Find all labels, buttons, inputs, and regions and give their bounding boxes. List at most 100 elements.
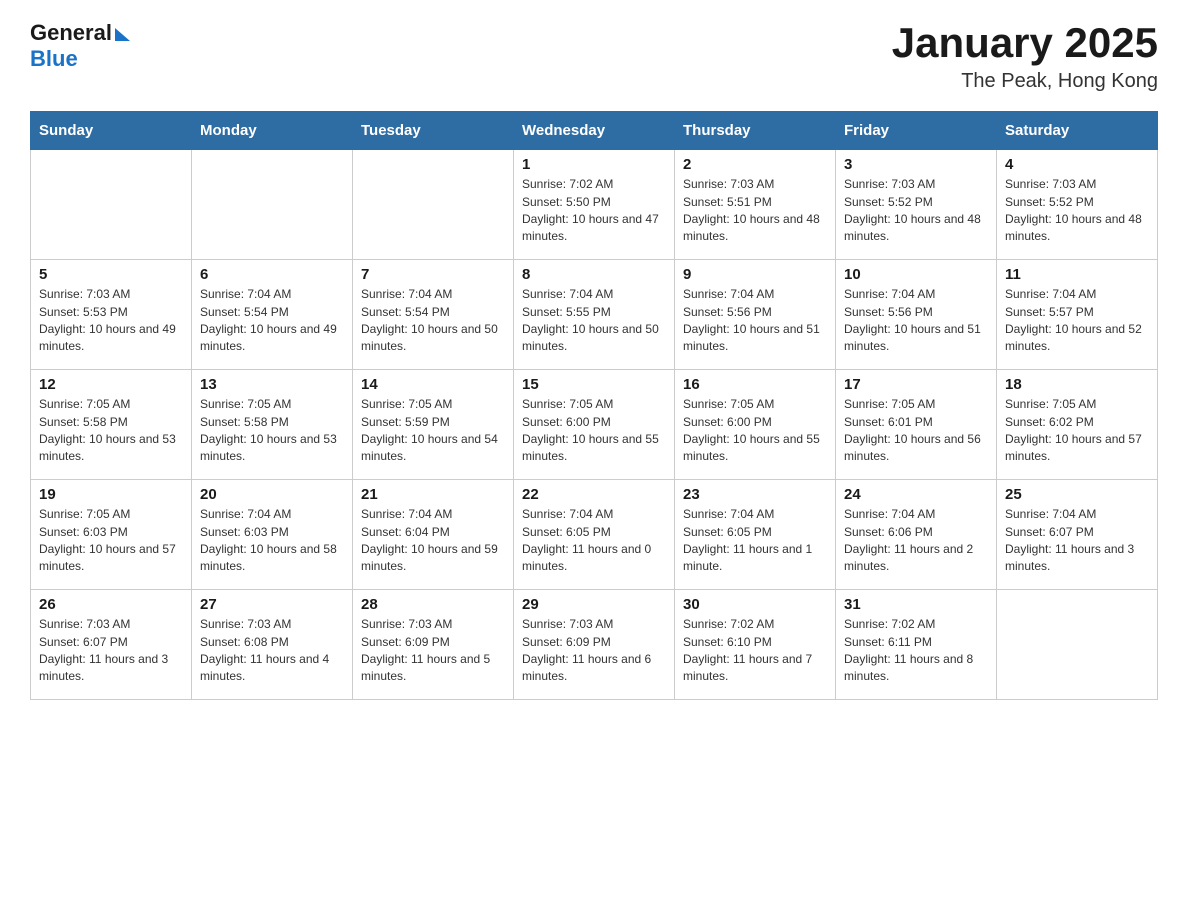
day-info: Sunrise: 7:04 AM Sunset: 6:03 PM Dayligh… <box>200 506 344 576</box>
page-header: General Blue January 2025 The Peak, Hong… <box>30 20 1158 93</box>
calendar-cell: 29 Sunrise: 7:03 AM Sunset: 6:09 PM Dayli… <box>514 590 675 700</box>
day-number: 27 <box>200 596 344 613</box>
day-info: Sunrise: 7:02 AM Sunset: 5:50 PM Dayligh… <box>522 176 666 246</box>
calendar-cell <box>31 150 192 260</box>
calendar-cell: 24Sunrise: 7:04 AM Sunset: 6:06 PM Dayli… <box>836 480 997 590</box>
day-number: 25 <box>1005 486 1149 503</box>
day-number: 11 <box>1005 266 1149 283</box>
day-info: Sunrise: 7:04 AM Sunset: 5:54 PM Dayligh… <box>361 286 505 356</box>
calendar-cell: 22Sunrise: 7:04 AM Sunset: 6:05 PM Dayli… <box>514 480 675 590</box>
calendar-cell <box>192 150 353 260</box>
calendar-cell: 20 Sunrise: 7:04 AM Sunset: 6:03 PM Dayli… <box>192 480 353 590</box>
day-info: Sunrise: 7:05 AM Sunset: 5:59 PM Dayligh… <box>361 396 505 466</box>
day-info: Sunrise: 7:04 AM Sunset: 6:07 PM Dayligh… <box>1005 506 1149 576</box>
day-info: Sunrise: 7:03 AM Sunset: 5:52 PM Dayligh… <box>1005 176 1149 246</box>
day-info: Sunrise: 7:03 AM Sunset: 6:08 PM Dayligh… <box>200 616 344 686</box>
day-info: Sunrise: 7:03 AM Sunset: 5:53 PM Dayligh… <box>39 286 183 356</box>
day-info: Sunrise: 7:04 AM Sunset: 5:56 PM Dayligh… <box>844 286 988 356</box>
calendar-cell: 8 Sunrise: 7:04 AM Sunset: 5:55 PM Daylig… <box>514 260 675 370</box>
calendar-cell: 6 Sunrise: 7:04 AM Sunset: 5:54 PM Daylig… <box>192 260 353 370</box>
calendar-cell: 21 Sunrise: 7:04 AM Sunset: 6:04 PM Dayli… <box>353 480 514 590</box>
day-info: Sunrise: 7:04 AM Sunset: 6:05 PM Dayligh… <box>683 506 827 576</box>
day-info: Sunrise: 7:03 AM Sunset: 5:52 PM Dayligh… <box>844 176 988 246</box>
day-number: 13 <box>200 376 344 393</box>
day-number: 31 <box>844 596 988 613</box>
day-info: Sunrise: 7:03 AM Sunset: 6:07 PM Dayligh… <box>39 616 183 686</box>
calendar-week-4: 19Sunrise: 7:05 AM Sunset: 6:03 PM Dayli… <box>31 480 1158 590</box>
day-info: Sunrise: 7:05 AM Sunset: 5:58 PM Dayligh… <box>39 396 183 466</box>
logo: General Blue <box>30 20 130 72</box>
day-info: Sunrise: 7:04 AM Sunset: 5:54 PM Dayligh… <box>200 286 344 356</box>
day-info: Sunrise: 7:03 AM Sunset: 6:09 PM Dayligh… <box>522 616 666 686</box>
day-number: 3 <box>844 156 988 173</box>
calendar-cell: 30 Sunrise: 7:02 AM Sunset: 6:10 PM Dayli… <box>675 590 836 700</box>
day-number: 1 <box>522 156 666 173</box>
day-info: Sunrise: 7:05 AM Sunset: 5:58 PM Dayligh… <box>200 396 344 466</box>
calendar-cell: 1 Sunrise: 7:02 AM Sunset: 5:50 PM Daylig… <box>514 150 675 260</box>
logo-arrow-icon <box>115 28 130 41</box>
calendar-cell: 28 Sunrise: 7:03 AM Sunset: 6:09 PM Dayli… <box>353 590 514 700</box>
calendar-cell: 25 Sunrise: 7:04 AM Sunset: 6:07 PM Dayli… <box>997 480 1158 590</box>
day-number: 29 <box>522 596 666 613</box>
calendar-week-2: 5 Sunrise: 7:03 AM Sunset: 5:53 PM Daylig… <box>31 260 1158 370</box>
header-monday: Monday <box>192 112 353 150</box>
day-info: Sunrise: 7:05 AM Sunset: 6:01 PM Dayligh… <box>844 396 988 466</box>
calendar-week-5: 26 Sunrise: 7:03 AM Sunset: 6:07 PM Dayli… <box>31 590 1158 700</box>
title-area: January 2025 The Peak, Hong Kong <box>892 20 1158 93</box>
day-info: Sunrise: 7:04 AM Sunset: 6:05 PM Dayligh… <box>522 506 666 576</box>
calendar-cell: 27 Sunrise: 7:03 AM Sunset: 6:08 PM Dayli… <box>192 590 353 700</box>
day-number: 4 <box>1005 156 1149 173</box>
calendar-cell: 10Sunrise: 7:04 AM Sunset: 5:56 PM Dayli… <box>836 260 997 370</box>
day-number: 15 <box>522 376 666 393</box>
day-number: 8 <box>522 266 666 283</box>
calendar-cell: 23 Sunrise: 7:04 AM Sunset: 6:05 PM Dayli… <box>675 480 836 590</box>
calendar-table: SundayMondayTuesdayWednesdayThursdayFrid… <box>30 111 1158 700</box>
calendar-cell: 16Sunrise: 7:05 AM Sunset: 6:00 PM Dayli… <box>675 370 836 480</box>
day-number: 28 <box>361 596 505 613</box>
day-number: 12 <box>39 376 183 393</box>
day-number: 7 <box>361 266 505 283</box>
day-info: Sunrise: 7:05 AM Sunset: 6:02 PM Dayligh… <box>1005 396 1149 466</box>
logo-general-text: General <box>30 20 112 46</box>
day-info: Sunrise: 7:03 AM Sunset: 6:09 PM Dayligh… <box>361 616 505 686</box>
calendar-cell: 17Sunrise: 7:05 AM Sunset: 6:01 PM Dayli… <box>836 370 997 480</box>
day-number: 14 <box>361 376 505 393</box>
calendar-cell: 12 Sunrise: 7:05 AM Sunset: 5:58 PM Dayli… <box>31 370 192 480</box>
calendar-week-3: 12 Sunrise: 7:05 AM Sunset: 5:58 PM Dayli… <box>31 370 1158 480</box>
day-info: Sunrise: 7:05 AM Sunset: 6:00 PM Dayligh… <box>683 396 827 466</box>
calendar-cell: 9Sunrise: 7:04 AM Sunset: 5:56 PM Daylig… <box>675 260 836 370</box>
calendar-cell: 2Sunrise: 7:03 AM Sunset: 5:51 PM Daylig… <box>675 150 836 260</box>
day-number: 21 <box>361 486 505 503</box>
day-info: Sunrise: 7:05 AM Sunset: 6:00 PM Dayligh… <box>522 396 666 466</box>
day-info: Sunrise: 7:04 AM Sunset: 6:06 PM Dayligh… <box>844 506 988 576</box>
day-number: 6 <box>200 266 344 283</box>
calendar-cell: 31 Sunrise: 7:02 AM Sunset: 6:11 PM Dayli… <box>836 590 997 700</box>
calendar-cell: 7 Sunrise: 7:04 AM Sunset: 5:54 PM Daylig… <box>353 260 514 370</box>
day-info: Sunrise: 7:04 AM Sunset: 5:55 PM Dayligh… <box>522 286 666 356</box>
header-tuesday: Tuesday <box>353 112 514 150</box>
calendar-cell: 14 Sunrise: 7:05 AM Sunset: 5:59 PM Dayli… <box>353 370 514 480</box>
day-number: 2 <box>683 156 827 173</box>
calendar-cell: 15 Sunrise: 7:05 AM Sunset: 6:00 PM Dayli… <box>514 370 675 480</box>
day-number: 5 <box>39 266 183 283</box>
calendar-cell: 26 Sunrise: 7:03 AM Sunset: 6:07 PM Dayli… <box>31 590 192 700</box>
day-info: Sunrise: 7:02 AM Sunset: 6:11 PM Dayligh… <box>844 616 988 686</box>
day-number: 9 <box>683 266 827 283</box>
day-number: 30 <box>683 596 827 613</box>
calendar-cell: 18Sunrise: 7:05 AM Sunset: 6:02 PM Dayli… <box>997 370 1158 480</box>
calendar-cell <box>353 150 514 260</box>
calendar-cell <box>997 590 1158 700</box>
calendar-cell: 3 Sunrise: 7:03 AM Sunset: 5:52 PM Daylig… <box>836 150 997 260</box>
day-number: 20 <box>200 486 344 503</box>
day-info: Sunrise: 7:04 AM Sunset: 6:04 PM Dayligh… <box>361 506 505 576</box>
day-number: 23 <box>683 486 827 503</box>
day-info: Sunrise: 7:05 AM Sunset: 6:03 PM Dayligh… <box>39 506 183 576</box>
day-info: Sunrise: 7:04 AM Sunset: 5:57 PM Dayligh… <box>1005 286 1149 356</box>
calendar-header-row: SundayMondayTuesdayWednesdayThursdayFrid… <box>31 112 1158 150</box>
day-info: Sunrise: 7:02 AM Sunset: 6:10 PM Dayligh… <box>683 616 827 686</box>
day-number: 26 <box>39 596 183 613</box>
header-wednesday: Wednesday <box>514 112 675 150</box>
header-sunday: Sunday <box>31 112 192 150</box>
calendar-cell: 19Sunrise: 7:05 AM Sunset: 6:03 PM Dayli… <box>31 480 192 590</box>
header-saturday: Saturday <box>997 112 1158 150</box>
